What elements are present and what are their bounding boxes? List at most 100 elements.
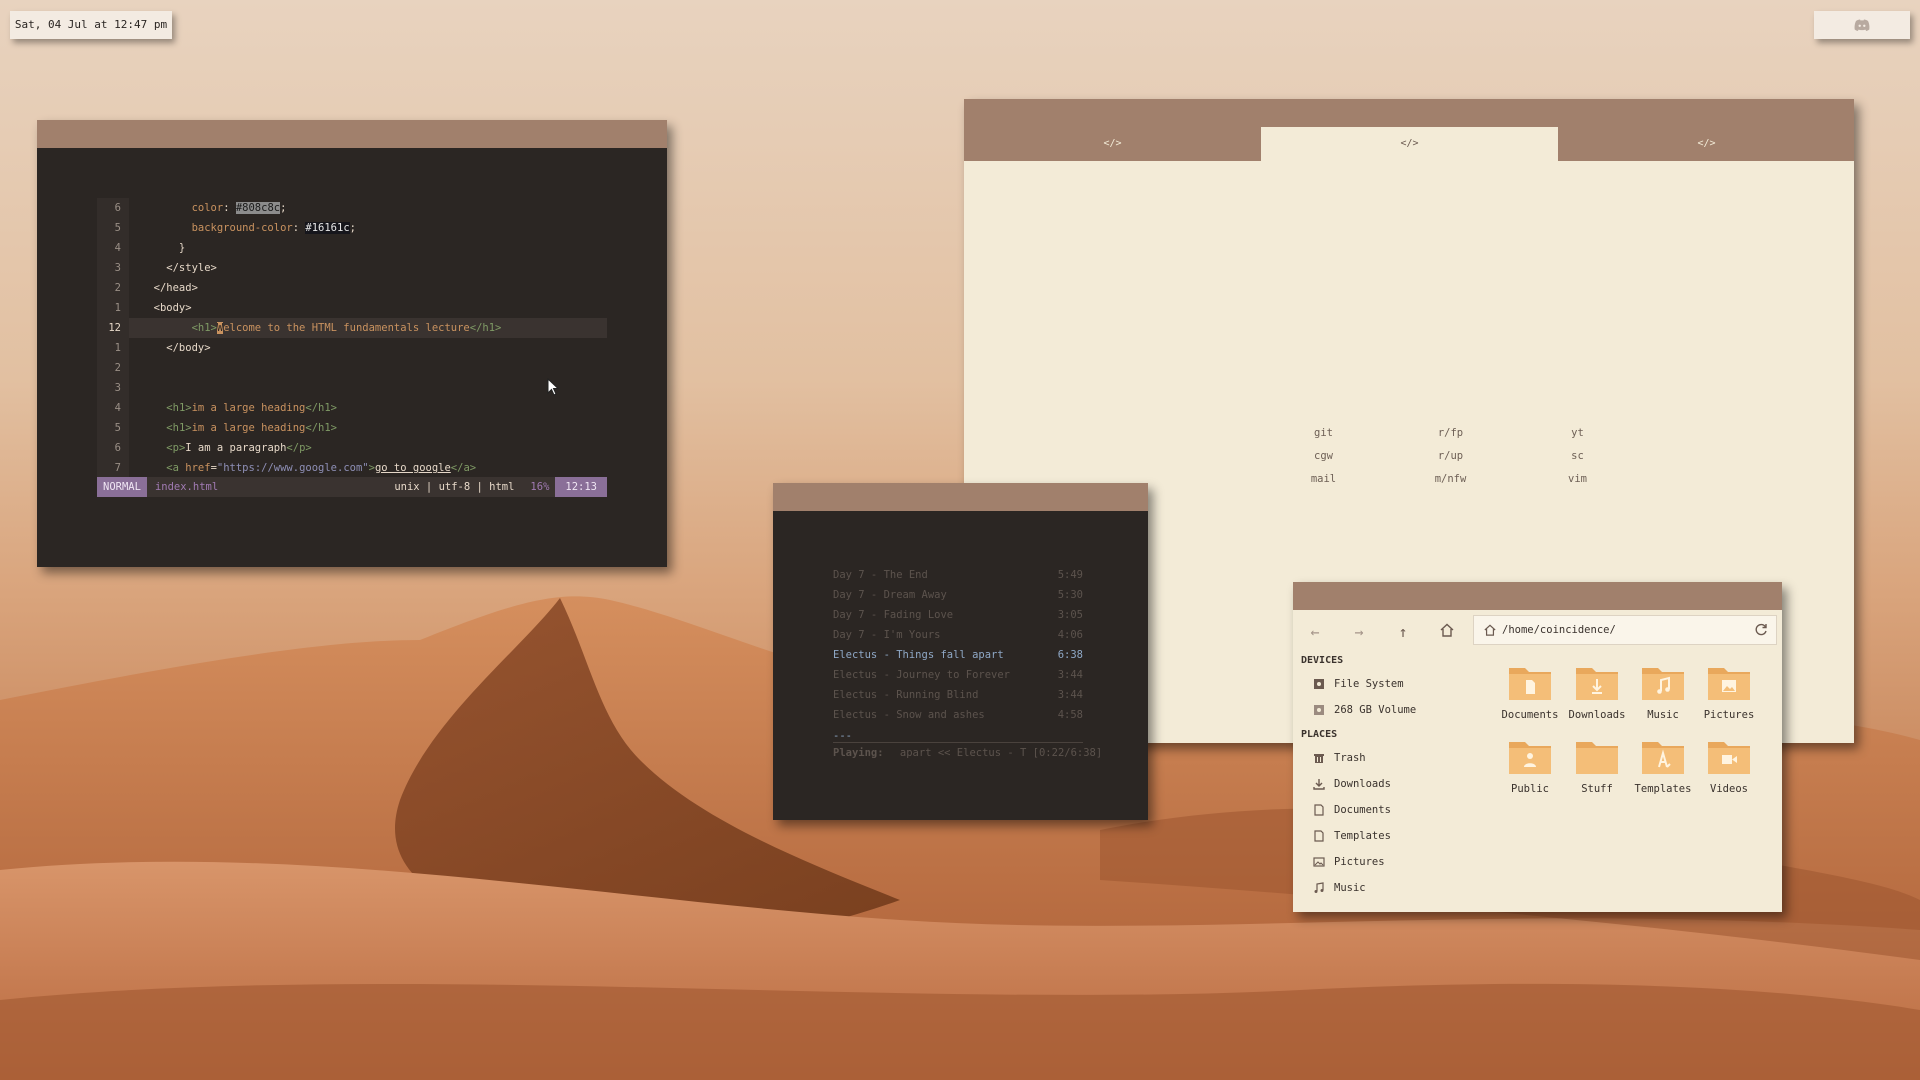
code-line: 1 <body>: [97, 298, 607, 318]
link-r-fp[interactable]: r/fp: [1387, 425, 1514, 442]
link-mail[interactable]: mail: [1260, 471, 1387, 488]
tab-3[interactable]: </>: [1558, 127, 1855, 161]
sidebar-item-label: Templates: [1334, 830, 1391, 842]
folder-label: Templates: [1634, 783, 1692, 795]
folder-public[interactable]: Public: [1497, 736, 1563, 795]
window-titlebar[interactable]: [37, 120, 667, 148]
window-titlebar[interactable]: [1293, 582, 1782, 610]
track-row[interactable]: Day 7 - Dream Away 5:30: [833, 585, 1083, 605]
folder-downloads[interactable]: Downloads: [1564, 662, 1630, 721]
tab-bar: </> </> </>: [964, 99, 1854, 161]
folder-pictures[interactable]: Pictures: [1696, 662, 1762, 721]
code-line: 5 background-color: #16161c;: [97, 218, 607, 238]
window-titlebar[interactable]: [773, 483, 1148, 511]
folder-stuff[interactable]: Stuff: [1564, 736, 1630, 795]
code-text: background-color: #16161c;: [191, 222, 356, 234]
track-title: Day 7 - Fading Love: [833, 609, 954, 621]
folder-downloads-icon: [1576, 668, 1618, 700]
link-r-up[interactable]: r/up: [1387, 448, 1514, 465]
sidebar-item-label: Pictures: [1334, 856, 1385, 868]
picture-icon: [1313, 857, 1325, 867]
sidebar-item-label: File System: [1334, 678, 1404, 690]
hard-drive-icon: [1314, 679, 1324, 689]
folder-label: Pictures: [1703, 709, 1755, 721]
folder-videos-icon: [1708, 742, 1750, 774]
track-title: Electus - Running Blind: [833, 689, 979, 701]
code-text: <a href="https://www.google.com">go to g…: [166, 462, 477, 474]
folder-music[interactable]: Music: [1630, 662, 1696, 721]
sidebar-item-downloads[interactable]: Downloads: [1313, 775, 1391, 793]
link-cgw[interactable]: cgw: [1260, 448, 1387, 465]
clock-widget[interactable]: Sat, 04 Jul at 12:47 pm: [10, 11, 172, 39]
sidebar-item-label: Documents: [1334, 804, 1391, 816]
file-manager-window[interactable]: ← → ↑ /home/coincidence/ DEVICES File Sy…: [1293, 582, 1782, 912]
folder-label: Downloads: [1568, 709, 1626, 721]
forward-arrow-icon[interactable]: →: [1337, 623, 1381, 641]
code-line: 4 <h1>im a large heading</h1>: [97, 398, 607, 418]
location-path[interactable]: /home/coincidence/: [1502, 624, 1754, 636]
home-icon: [1440, 623, 1454, 637]
up-arrow-icon[interactable]: ↑: [1381, 623, 1425, 641]
bookmark-grid: git r/fp yt cgw r/up sc mail m/nfw vim: [1260, 425, 1641, 488]
code-text: <h1>Welcome to the HTML fundamentals lec…: [191, 322, 502, 334]
hard-drive-icon: [1314, 705, 1324, 715]
refresh-icon[interactable]: [1754, 623, 1768, 637]
folder-videos[interactable]: Videos: [1696, 736, 1762, 795]
track-row-playing[interactable]: Electus - Things fall apart 6:38: [833, 645, 1083, 665]
link-vim[interactable]: vim: [1514, 471, 1641, 488]
folder-templates[interactable]: Templates: [1630, 736, 1696, 795]
folder-templates-icon: [1642, 742, 1684, 774]
tab-1[interactable]: </>: [964, 127, 1261, 161]
file-name: index.html: [154, 481, 219, 493]
terminal-vim-window[interactable]: 6 color: #808c8c; 5 background-color: #1…: [37, 120, 667, 567]
folder-label: Music: [1647, 709, 1679, 721]
sidebar-item-file-system[interactable]: File System: [1313, 675, 1404, 693]
tab-2[interactable]: </>: [1261, 127, 1558, 161]
line-number: 3: [97, 258, 129, 278]
track-row[interactable]: Day 7 - I'm Yours 4:06: [833, 625, 1083, 645]
sidebar-item-pictures[interactable]: Pictures: [1313, 853, 1385, 871]
code-line: 2 </head>: [97, 278, 607, 298]
music-player-window[interactable]: Day 7 - The End 5:49 Day 7 - Dream Away 5:…: [773, 483, 1148, 820]
home-button[interactable]: [1425, 623, 1469, 641]
code-text: <h1>im a large heading</h1>: [166, 422, 337, 434]
folder-icon: [1576, 742, 1618, 774]
location-bar[interactable]: /home/coincidence/: [1473, 615, 1777, 645]
line-number: 5: [97, 418, 129, 438]
track-duration: 4:06: [1057, 629, 1083, 641]
line-number: 7: [97, 458, 129, 478]
folder-documents[interactable]: Documents: [1497, 662, 1563, 721]
back-arrow-icon[interactable]: ←: [1293, 623, 1337, 641]
track-row[interactable]: Day 7 - Fading Love 3:05: [833, 605, 1083, 625]
track-title: Electus - Journey to Forever: [833, 669, 1011, 681]
track-duration: 5:49: [1057, 569, 1083, 581]
line-number: 4: [97, 398, 129, 418]
link-sc[interactable]: sc: [1514, 448, 1641, 465]
track-row[interactable]: Electus - Running Blind 3:44: [833, 685, 1083, 705]
sidebar-item-trash[interactable]: Trash: [1313, 749, 1366, 767]
download-icon: [1313, 779, 1325, 790]
discord-icon[interactable]: [1854, 16, 1870, 35]
code-text: color: #808c8c;: [191, 202, 287, 214]
system-tray[interactable]: [1814, 11, 1910, 39]
code-line: 6 <p>I am a paragraph</p>: [97, 438, 607, 458]
cursor-position: 12:13: [555, 477, 607, 497]
sidebar-item-documents[interactable]: Documents: [1313, 801, 1391, 819]
vim-editor[interactable]: 6 color: #808c8c; 5 background-color: #1…: [97, 198, 607, 478]
folder-pictures-icon: [1708, 668, 1750, 700]
line-number: 6: [97, 438, 129, 458]
link-git[interactable]: git: [1260, 425, 1387, 442]
track-row[interactable]: Electus - Snow and ashes 4:58: [833, 705, 1083, 725]
folder-label: Stuff: [1581, 783, 1613, 795]
track-row[interactable]: Day 7 - The End 5:49: [833, 565, 1083, 585]
link-yt[interactable]: yt: [1514, 425, 1641, 442]
sidebar-item-templates[interactable]: Templates: [1313, 827, 1391, 845]
track-row[interactable]: Electus - Journey to Forever 3:44: [833, 665, 1083, 685]
link-m-nfw[interactable]: m/nfw: [1387, 471, 1514, 488]
track-duration: 3:05: [1057, 609, 1083, 621]
sidebar-item-volume[interactable]: 268 GB Volume: [1313, 701, 1416, 719]
sidebar-item-music[interactable]: Music: [1313, 879, 1366, 897]
sidebar-item-label: Downloads: [1334, 778, 1391, 790]
code-text: <body>: [141, 302, 192, 314]
